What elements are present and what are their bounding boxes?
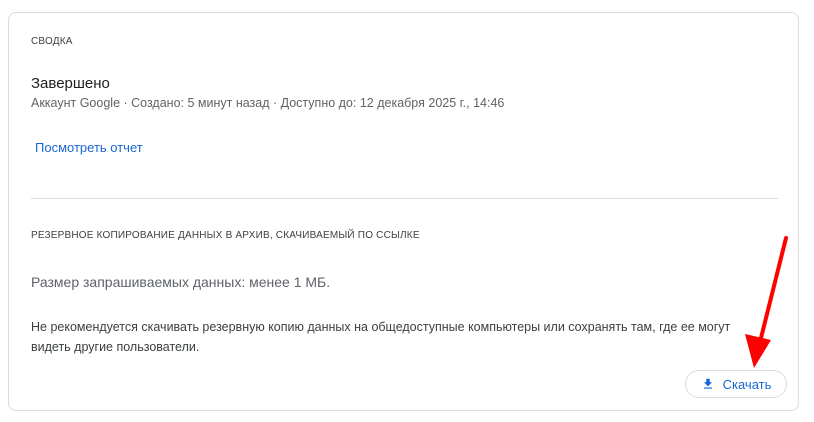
summary-card: СВОДКА Завершено Аккаунт Google · Создан… — [8, 12, 799, 411]
download-button[interactable]: Скачать — [685, 370, 787, 398]
summary-section-title: СВОДКА — [31, 36, 73, 47]
download-label: Скачать — [722, 376, 772, 392]
download-icon — [701, 377, 715, 391]
data-size-text: Размер запрашиваемых данных: менее 1 МБ. — [31, 274, 331, 290]
backup-section-title: РЕЗЕРВНОЕ КОПИРОВАНИЕ ДАННЫХ В АРХИВ, СК… — [31, 230, 420, 241]
export-meta: Аккаунт Google · Создано: 5 минут назад … — [31, 96, 505, 110]
view-report-link[interactable]: Посмотреть отчет — [35, 140, 143, 155]
divider — [31, 198, 778, 199]
security-warning: Не рекомендуется скачивать резервную коп… — [31, 320, 731, 354]
status-text: Завершено — [31, 75, 110, 92]
